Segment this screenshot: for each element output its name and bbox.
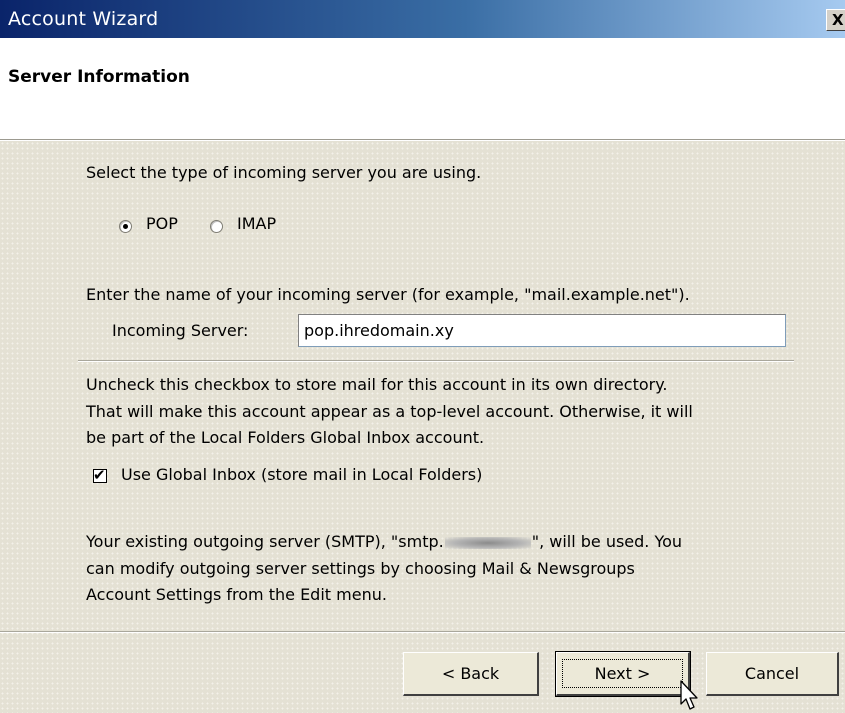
- global-inbox-checkbox-label[interactable]: Use Global Inbox (store mail in Local Fo…: [121, 465, 482, 484]
- focus-ring: [562, 659, 683, 688]
- footer-divider: [0, 631, 845, 633]
- window-title: Account Wizard: [8, 8, 159, 30]
- page-title: Server Information: [8, 67, 190, 87]
- radio-pop-indicator[interactable]: [119, 220, 132, 233]
- global-inbox-description-2: That will make this account appear as a …: [86, 402, 693, 421]
- section-divider: [78, 360, 794, 362]
- smtp-info-line-1: Your existing outgoing server (SMTP), "s…: [86, 532, 682, 551]
- global-inbox-description-3: be part of the Local Folders Global Inbo…: [86, 428, 485, 447]
- radio-imap-indicator[interactable]: [210, 220, 223, 233]
- smtp-info-line-3: Account Settings from the Edit menu.: [86, 585, 387, 604]
- next-button[interactable]: Next >: [555, 651, 691, 697]
- global-inbox-description-1: Uncheck this checkbox to store mail for …: [86, 375, 668, 394]
- server-type-prompt: Select the type of incoming server you a…: [86, 163, 482, 182]
- radio-imap-label[interactable]: IMAP: [237, 214, 276, 233]
- incoming-server-label: Incoming Server:: [112, 321, 249, 340]
- mouse-pointer-icon: [680, 680, 698, 710]
- wizard-header: Server Information: [0, 38, 845, 139]
- incoming-server-input[interactable]: [298, 314, 786, 347]
- back-button[interactable]: < Back: [403, 652, 539, 696]
- cancel-button[interactable]: Cancel: [706, 652, 839, 696]
- checkbox-box[interactable]: ✔: [93, 466, 107, 484]
- redacted-hostname: [444, 536, 531, 549]
- smtp-info-suffix: ", will be used. You: [531, 532, 683, 551]
- close-icon[interactable]: X: [826, 9, 845, 31]
- incoming-server-prompt: Enter the name of your incoming server (…: [86, 285, 690, 304]
- title-bar: Account Wizard X: [0, 0, 845, 38]
- wizard-content: Select the type of incoming server you a…: [0, 141, 845, 713]
- radio-pop-label[interactable]: POP: [146, 214, 178, 233]
- smtp-info-prefix: Your existing outgoing server (SMTP), "s…: [86, 532, 444, 551]
- smtp-info-line-2: can modify outgoing server settings by c…: [86, 559, 635, 578]
- checkmark-icon: ✔: [93, 466, 106, 484]
- radio-selected-dot: [123, 224, 128, 229]
